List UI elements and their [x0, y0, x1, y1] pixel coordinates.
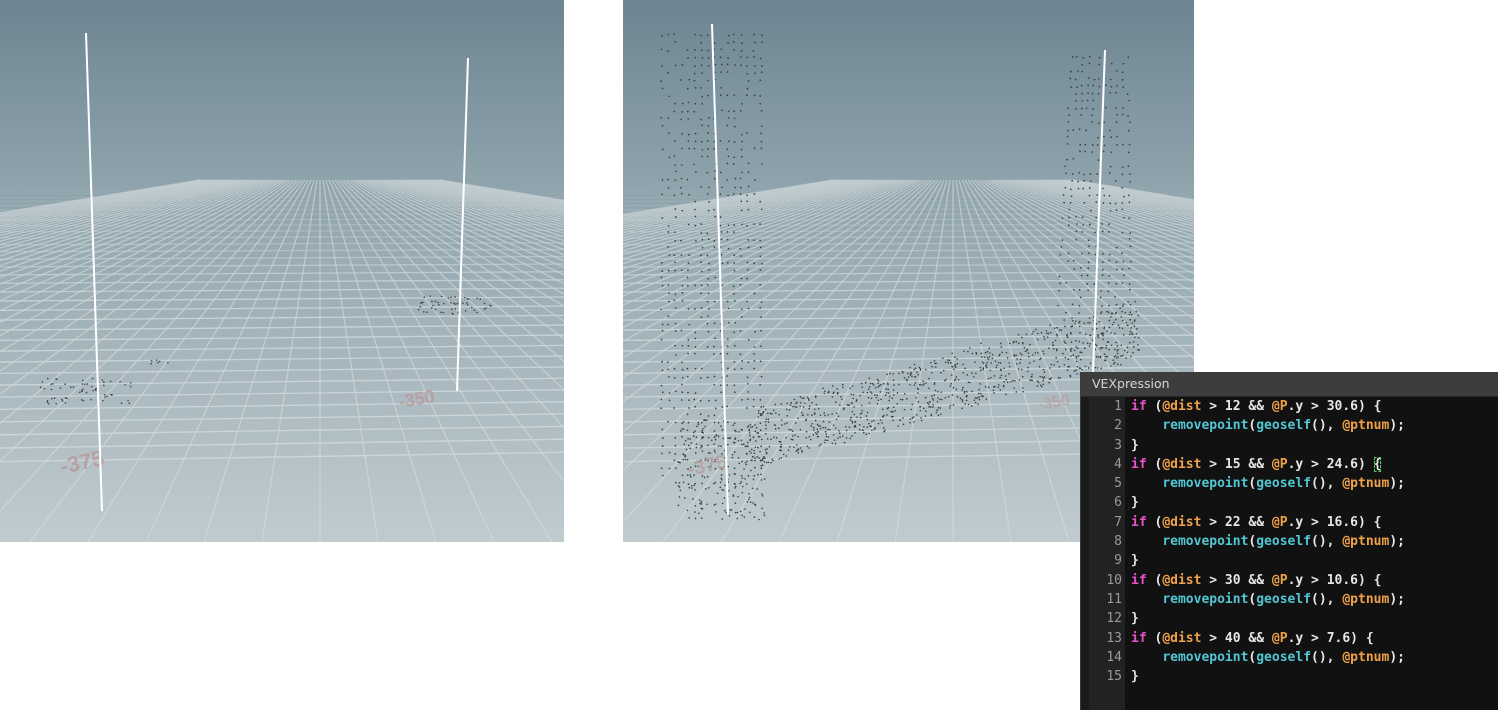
code-text: } [1131, 495, 1139, 511]
code-line[interactable]: 6} [1089, 493, 1498, 512]
line-number: 6 [1114, 495, 1122, 511]
line-number: 13 [1106, 630, 1122, 646]
code-area[interactable]: 1 if (@dist > 12 && @P.y > 30.6) { 2 remov… [1089, 397, 1498, 686]
line-number: 1 [1114, 399, 1122, 414]
code-line[interactable]: 7 if (@dist > 22 && @P.y > 16.6) { [1089, 513, 1498, 532]
code-text: } [1131, 611, 1139, 627]
line-number: 11 [1106, 591, 1122, 607]
code-text: if (@dist > 22 && @P.y > 16.6) { [1131, 514, 1382, 530]
code-text: if (@dist > 30 && @P.y > 10.6) { [1131, 572, 1382, 588]
code-text: removepoint(geoself(), @ptnum); [1162, 591, 1405, 607]
code-text: } [1131, 553, 1139, 569]
panel-title: VEXpression [1081, 372, 1498, 397]
line-number: 5 [1114, 476, 1122, 492]
code-line[interactable]: 9} [1089, 551, 1498, 570]
code-editor[interactable]: 1 if (@dist > 12 && @P.y > 30.6) { 2 remov… [1089, 397, 1498, 710]
code-line[interactable]: 13 if (@dist > 40 && @P.y > 7.6) { [1089, 629, 1498, 648]
code-text: if (@dist > 15 && @P.y > 24.6) { [1131, 456, 1382, 472]
code-text: removepoint(geoself(), @ptnum); [1162, 649, 1405, 665]
code-text: if (@dist > 12 && @P.y > 30.6) { [1131, 399, 1382, 414]
line-number: 14 [1106, 649, 1122, 665]
code-text: removepoint(geoself(), @ptnum); [1162, 476, 1405, 492]
line-number: 4 [1114, 456, 1122, 472]
code-line[interactable]: 12} [1089, 609, 1498, 628]
line-number: 15 [1106, 669, 1122, 685]
code-line[interactable]: 5 removepoint(geoself(), @ptnum); [1089, 474, 1498, 493]
code-text: } [1131, 669, 1139, 685]
code-line[interactable]: 1 if (@dist > 12 && @P.y > 30.6) { [1089, 397, 1498, 416]
line-number: 12 [1106, 611, 1122, 627]
code-text: removepoint(geoself(), @ptnum); [1162, 534, 1405, 550]
scene-left: -375 -350 [0, 0, 564, 542]
line-number: 3 [1114, 437, 1122, 453]
vexpression-panel: VEXpression 1 if (@dist > 12 && @P.y > 30… [1080, 372, 1498, 710]
code-line[interactable]: 15} [1089, 667, 1498, 686]
line-number: 9 [1114, 553, 1122, 569]
code-line[interactable]: 11 removepoint(geoself(), @ptnum); [1089, 590, 1498, 609]
code-line[interactable]: 3} [1089, 436, 1498, 455]
line-number: 7 [1114, 514, 1122, 530]
code-text: removepoint(geoself(), @ptnum); [1162, 418, 1405, 434]
viewport-left[interactable]: -375 -350 [0, 0, 564, 542]
line-number: 2 [1114, 418, 1122, 434]
line-number: 8 [1114, 534, 1122, 550]
code-text: } [1131, 437, 1139, 453]
code-line[interactable]: 14 removepoint(geoself(), @ptnum); [1089, 648, 1498, 667]
code-text: if (@dist > 40 && @P.y > 7.6) { [1131, 630, 1374, 646]
line-number: 10 [1106, 572, 1122, 588]
code-line[interactable]: 4 if (@dist > 15 && @P.y > 24.6) { [1089, 455, 1498, 474]
code-line[interactable]: 2 removepoint(geoself(), @ptnum); [1089, 416, 1498, 435]
code-line[interactable]: 8 removepoint(geoself(), @ptnum); [1089, 532, 1498, 551]
code-line[interactable]: 10 if (@dist > 30 && @P.y > 10.6) { [1089, 571, 1498, 590]
